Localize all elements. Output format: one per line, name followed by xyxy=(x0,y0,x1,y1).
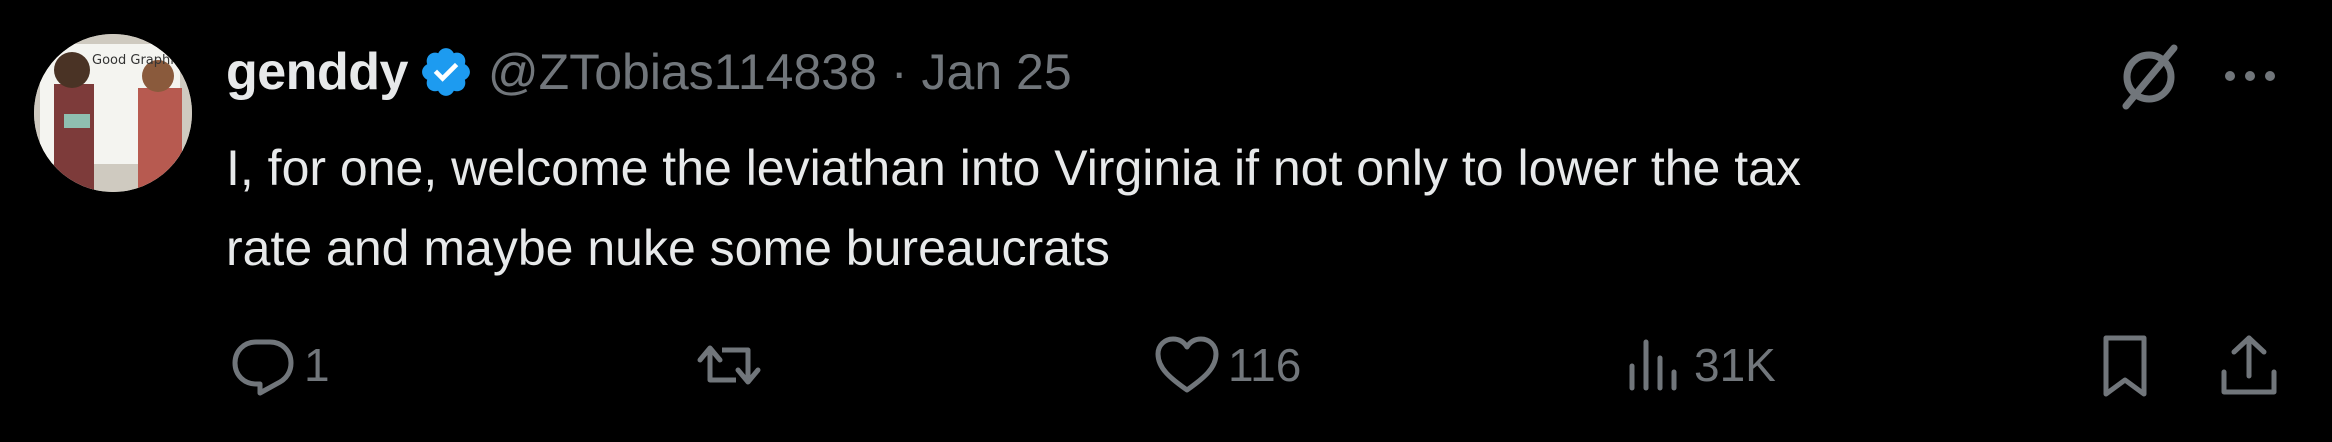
handle[interactable]: @ZTobias114838 xyxy=(488,43,877,101)
verified-badge-icon[interactable] xyxy=(418,44,474,100)
bookmark-icon xyxy=(2088,328,2162,402)
tweet-header: genddy @ZTobias114838 · Jan 25 xyxy=(226,38,1072,106)
share-icon xyxy=(2212,328,2286,402)
tweet[interactable]: Good Graphics! genddy @ZTobias114838 · J… xyxy=(0,0,2332,442)
reply-icon xyxy=(226,328,300,402)
views-icon xyxy=(1616,328,1690,402)
reply-button[interactable]: 1 xyxy=(226,328,330,402)
display-name[interactable]: genddy xyxy=(226,42,408,102)
heart-icon xyxy=(1150,328,1224,402)
separator-dot: · xyxy=(890,44,908,100)
tweet-text: I, for one, welcome the leviathan into V… xyxy=(226,140,1801,276)
avatar-image: Good Graphics! xyxy=(34,34,192,192)
retweet-button[interactable] xyxy=(692,328,770,402)
bookmark-button[interactable] xyxy=(2088,328,2162,402)
retweet-icon xyxy=(692,328,766,402)
more-icon[interactable] xyxy=(2220,56,2280,96)
action-bar: 1 116 31K xyxy=(226,328,2286,402)
avatar[interactable]: Good Graphics! xyxy=(34,34,192,192)
like-count: 116 xyxy=(1228,339,1302,391)
tweet-date[interactable]: Jan 25 xyxy=(922,43,1072,101)
views-button[interactable]: 31K xyxy=(1616,328,1776,402)
like-button[interactable]: 116 xyxy=(1150,328,1301,402)
svg-text:Good Graphics!: Good Graphics! xyxy=(92,53,192,68)
reply-count: 1 xyxy=(304,339,330,391)
grok-icon[interactable] xyxy=(2112,40,2186,114)
views-count: 31K xyxy=(1694,339,1776,391)
share-button[interactable] xyxy=(2212,328,2286,402)
